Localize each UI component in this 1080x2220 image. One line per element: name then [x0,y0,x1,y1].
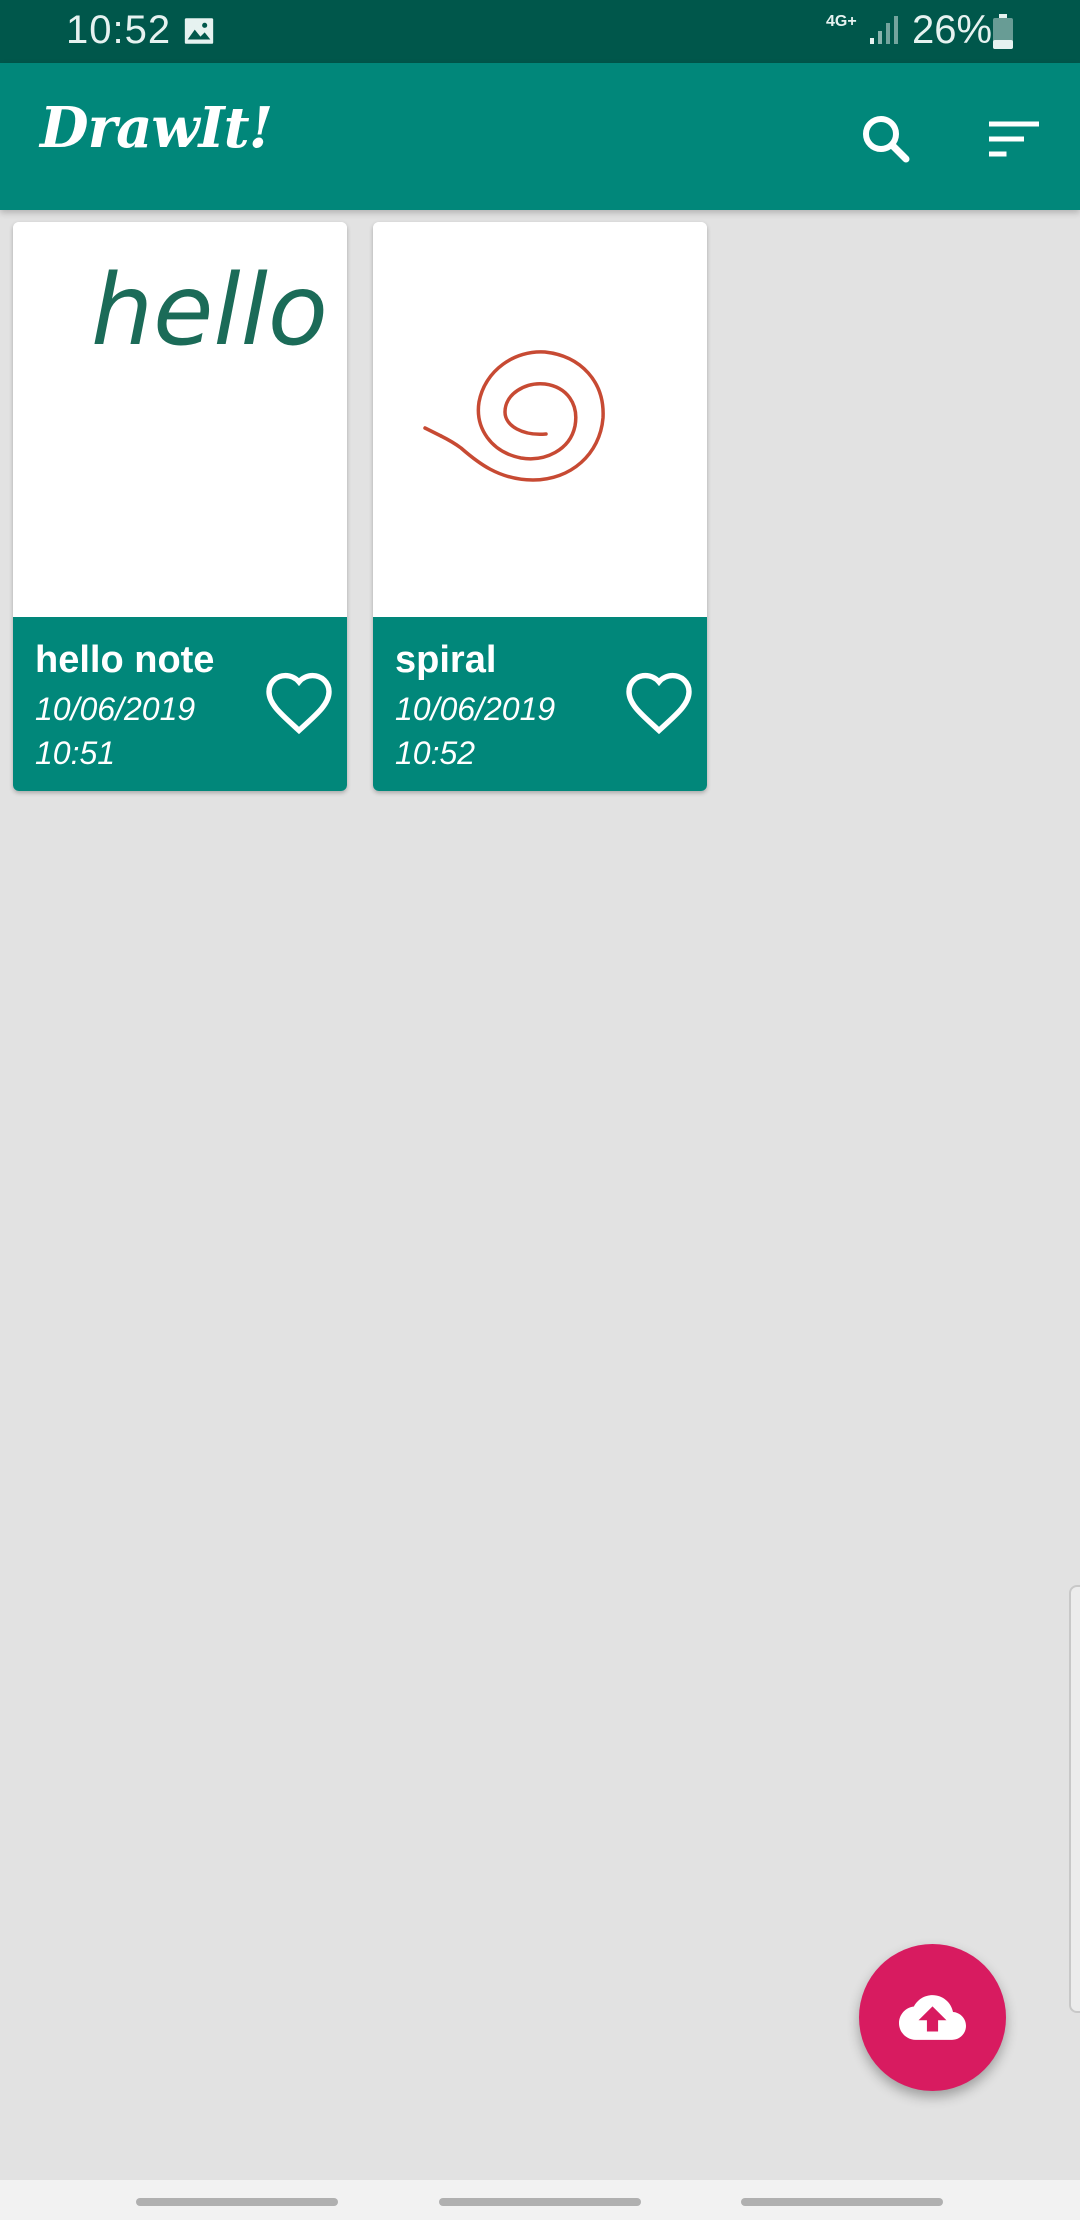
status-time: 10:52 [66,8,172,52]
nav-recents-button[interactable] [136,2198,338,2206]
signal-icon [868,14,902,51]
nav-back-button[interactable] [741,2198,943,2206]
scroll-handle[interactable] [1069,1585,1080,2013]
heart-outline-icon[interactable] [263,669,335,741]
note-title: hello note [35,639,215,681]
nav-home-button[interactable] [439,2198,641,2206]
note-card-spiral[interactable]: spiral 10/06/2019 10:52 [373,222,707,791]
search-icon[interactable] [856,109,916,169]
status-bar: 10:52 4G+ 26% [0,0,1080,63]
handwritten-hello-drawing: hello [91,254,328,368]
cloud-upload-icon [899,1995,966,2040]
note-date: 10/06/2019 [35,691,196,727]
note-title: spiral [395,639,497,681]
system-navigation-bar [0,2180,1080,2220]
battery-percent: 26% [912,8,993,52]
note-time: 10:52 [395,735,476,771]
image-icon [182,14,216,53]
heart-outline-icon[interactable] [623,669,695,741]
note-date: 10/06/2019 [395,691,556,727]
note-thumbnail[interactable]: hello [13,222,347,617]
battery-icon [992,14,1014,55]
note-thumbnail[interactable] [373,222,707,617]
spiral-drawing [439,350,605,482]
note-footer: spiral 10/06/2019 10:52 [373,617,707,791]
sort-icon[interactable] [984,109,1044,169]
upload-fab-button[interactable] [859,1944,1006,2091]
app-title: DrawIt! [40,95,273,161]
network-type-label: 4G+ [826,13,857,30]
note-footer: hello note 10/06/2019 10:51 [13,617,347,791]
app-bar: DrawIt! [0,63,1080,210]
note-card-hello-note[interactable]: hello hello note 10/06/2019 10:51 [13,222,347,791]
note-time: 10:51 [35,735,116,771]
